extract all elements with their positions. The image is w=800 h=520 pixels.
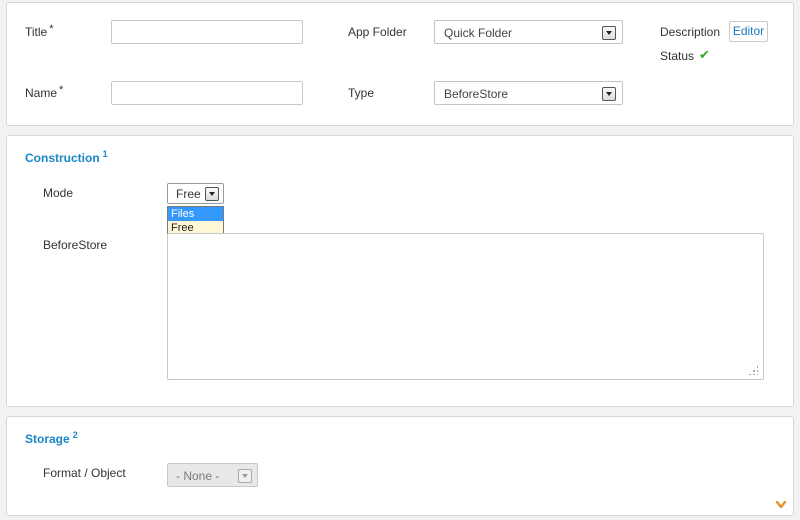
type-label: Type: [348, 86, 375, 100]
storage-panel: Storage 2 Format / Object - None -: [6, 416, 794, 516]
chevron-down-icon[interactable]: [602, 87, 616, 101]
app-folder-value: Quick Folder: [444, 26, 513, 40]
mode-option-files[interactable]: Files: [168, 207, 223, 221]
format-object-label: Format / Object: [43, 466, 126, 480]
beforestore-textarea[interactable]: [167, 233, 764, 380]
status-label: Status: [660, 49, 695, 63]
beforestore-label: BeforeStore: [43, 238, 108, 252]
storage-title: Storage 2: [25, 430, 78, 446]
construction-panel: Construction 1 Mode Free Files Free Befor…: [6, 135, 794, 407]
app-folder-label: App Folder: [348, 25, 407, 39]
name-input[interactable]: [111, 81, 303, 105]
mode-value: Free: [176, 187, 201, 201]
type-select[interactable]: BeforeStore: [434, 81, 623, 105]
chevron-down-icon[interactable]: [776, 501, 786, 509]
chevron-down-icon[interactable]: [602, 26, 616, 40]
title-label: Title *: [25, 23, 54, 39]
mode-label: Mode: [43, 186, 74, 200]
format-object-value: - None -: [176, 469, 220, 483]
editor-button[interactable]: Editor: [729, 21, 768, 42]
type-value: BeforeStore: [444, 87, 509, 101]
construction-title: Construction 1: [25, 149, 108, 165]
general-panel: Title * Name * App Folder Quick Folder Typ…: [6, 2, 794, 126]
resize-grip-icon[interactable]: [748, 365, 758, 375]
chevron-down-icon[interactable]: [205, 187, 219, 201]
chevron-down-icon[interactable]: [238, 469, 252, 483]
mode-dropdown-list: Files Free: [167, 206, 224, 236]
format-object-select[interactable]: - None -: [167, 463, 258, 487]
description-label: Description: [660, 25, 721, 39]
name-label: Name *: [25, 84, 64, 100]
check-icon: ✔: [699, 47, 710, 62]
app-folder-select[interactable]: Quick Folder: [434, 20, 623, 44]
title-input[interactable]: [111, 20, 303, 44]
mode-select[interactable]: Free: [167, 183, 224, 204]
